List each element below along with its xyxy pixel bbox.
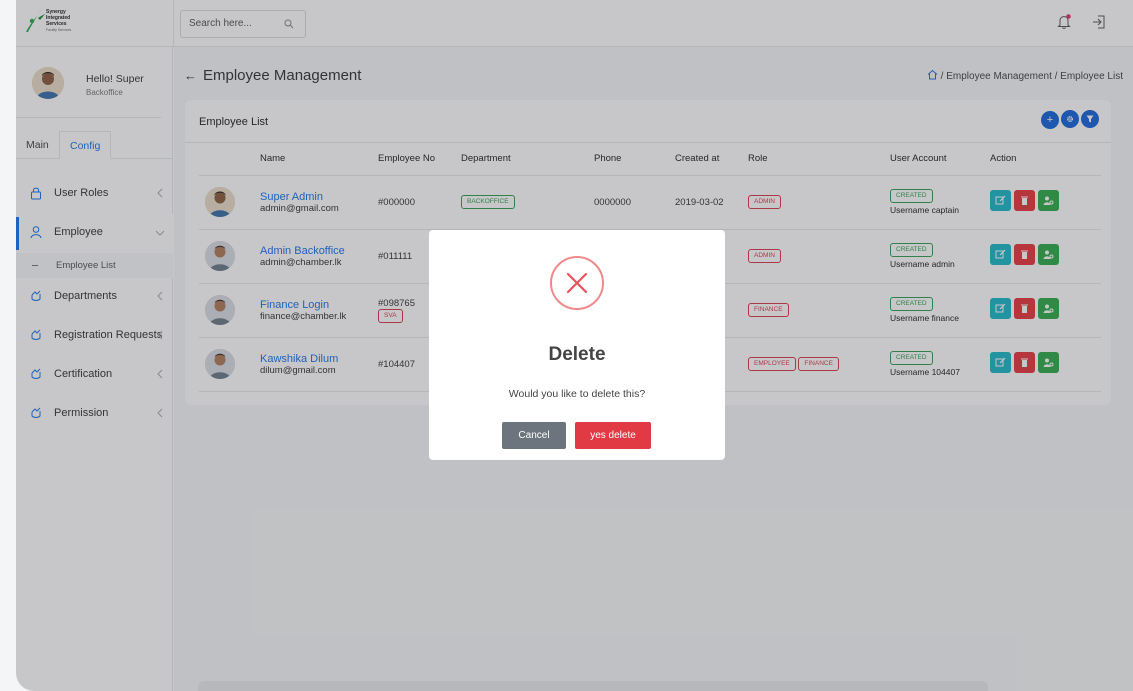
error-x-icon (550, 256, 604, 310)
modal-backdrop[interactable]: Delete Would you like to delete this? Ca… (16, 0, 1133, 691)
delete-confirm-dialog: Delete Would you like to delete this? Ca… (429, 230, 725, 460)
dialog-title: Delete (548, 344, 606, 365)
dialog-message: Would you like to delete this? (508, 388, 646, 400)
confirm-delete-button[interactable]: yes delete (575, 422, 651, 449)
cancel-button[interactable]: Cancel (502, 422, 566, 449)
